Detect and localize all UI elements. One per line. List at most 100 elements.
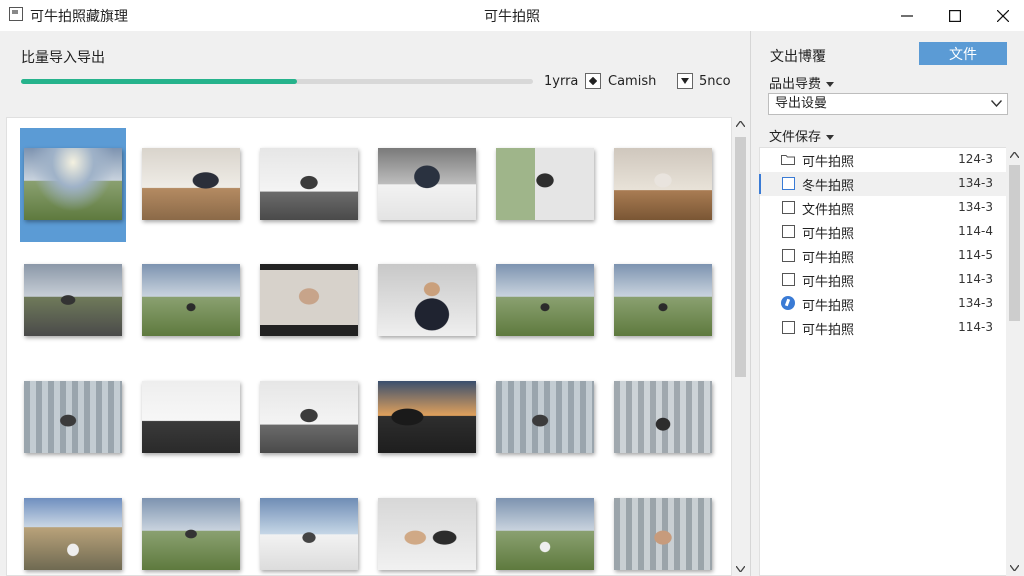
file-checkbox[interactable] [782, 321, 795, 334]
file-checkbox[interactable] [782, 225, 795, 238]
selection-marker [759, 174, 761, 194]
photo-thumbnail[interactable] [374, 361, 480, 475]
file-name: 可牛拍照 [802, 275, 855, 290]
file-checkbox[interactable] [782, 177, 795, 190]
file-button[interactable]: 文件 [919, 42, 1007, 65]
file-list-scrollbar[interactable] [1006, 147, 1023, 576]
file-checkbox[interactable] [782, 201, 795, 214]
photo-image [260, 148, 358, 220]
photo-image [614, 498, 712, 570]
file-row[interactable]: 可牛拍照 114-5 [760, 244, 1007, 268]
file-list-scroll-thumb[interactable] [1009, 165, 1020, 321]
photo-thumbnail[interactable] [610, 244, 716, 358]
file-row[interactable]: 可牛拍照 134-3 [760, 292, 1007, 316]
file-name: 可牛拍照 [802, 251, 855, 266]
photo-thumbnail[interactable] [20, 128, 126, 242]
photo-image [614, 264, 712, 336]
file-size: 114-5 [958, 248, 993, 262]
photo-thumbnail[interactable] [374, 478, 480, 575]
file-row[interactable]: 可牛拍照 114-3 [760, 268, 1007, 292]
minimize-button[interactable] [883, 0, 931, 31]
file-name: 可牛拍照 [802, 155, 855, 170]
file-row[interactable]: 可牛拍照 124-3 [760, 148, 1007, 172]
photo-thumbnail[interactable] [610, 478, 716, 575]
app-title: 可牛拍照藏旗理 [30, 9, 128, 25]
file-checkbox[interactable] [782, 249, 795, 262]
file-row[interactable]: 文件拍照 134-3 [760, 196, 1007, 220]
export-settings-label: 品出导费 [769, 77, 822, 92]
photo-thumbnail[interactable] [610, 128, 716, 242]
photo-thumbnail[interactable] [256, 244, 362, 358]
photo-image [378, 148, 476, 220]
photo-image [496, 498, 594, 570]
gallery-scrollbar[interactable] [732, 117, 749, 576]
progress-fill [21, 79, 298, 84]
window-title: 可牛拍照 [484, 9, 540, 25]
file-size: 114-3 [958, 320, 993, 334]
photo-thumbnail[interactable] [610, 361, 716, 475]
photo-image [496, 148, 594, 220]
photo-thumbnail[interactable] [492, 128, 598, 242]
scroll-down-icon[interactable] [736, 566, 745, 572]
minimize-icon [901, 14, 913, 17]
caret-down-icon [826, 82, 835, 87]
export-settings-select[interactable]: 导出设曼 [768, 93, 1008, 115]
file-row[interactable]: 可牛拍照 114-3 [760, 316, 1007, 340]
maximize-icon [949, 9, 961, 22]
option-1-label: 1yrra [544, 74, 579, 89]
photo-thumbnail[interactable] [492, 244, 598, 358]
photo-thumbnail[interactable] [20, 361, 126, 475]
photo-thumbnail[interactable] [20, 478, 126, 575]
file-save-menu[interactable]: 文件保存 [769, 126, 835, 145]
file-name: 冬牛拍照 [802, 179, 855, 194]
scroll-up-icon[interactable] [736, 121, 745, 127]
photo-thumbnail[interactable] [256, 361, 362, 475]
photo-image [496, 381, 594, 453]
maximize-button[interactable] [931, 0, 979, 31]
photo-thumbnail[interactable] [138, 128, 244, 242]
photo-thumbnail[interactable] [492, 361, 598, 475]
photo-thumbnail[interactable] [256, 128, 362, 242]
option-2-checkbox[interactable] [585, 73, 601, 89]
photo-thumbnail[interactable] [256, 478, 362, 575]
scroll-up-icon[interactable] [1010, 152, 1019, 158]
close-icon [997, 9, 1009, 22]
photo-thumbnail[interactable] [138, 244, 244, 358]
select-value: 导出设曼 [775, 96, 828, 111]
file-name: 可牛拍照 [802, 323, 855, 338]
photo-thumbnail[interactable] [374, 128, 480, 242]
gallery-scroll-thumb[interactable] [735, 137, 746, 377]
file-row[interactable]: 可牛拍照 114-4 [760, 220, 1007, 244]
photo-thumbnail[interactable] [20, 244, 126, 358]
photo-image [378, 381, 476, 453]
photo-image [260, 264, 358, 336]
file-checkbox[interactable] [782, 273, 795, 286]
settings-title: 文出博覆 [770, 49, 826, 65]
photo-image [496, 264, 594, 336]
file-size: 114-3 [958, 272, 993, 286]
photo-thumbnail[interactable] [138, 361, 244, 475]
file-row[interactable]: 冬牛拍照 134-3 [759, 172, 1007, 196]
chevron-down-icon [991, 100, 1002, 107]
photo-image [260, 381, 358, 453]
photo-image [24, 498, 122, 570]
scroll-down-icon[interactable] [1010, 565, 1019, 571]
export-settings-menu[interactable]: 品出导费 [769, 73, 835, 92]
file-name: 可牛拍照 [802, 299, 855, 314]
photo-thumbnail[interactable] [138, 478, 244, 575]
title-bar: 可牛拍照藏旗理 可牛拍照 [0, 0, 1024, 31]
settings-panel: 文出博覆 文件 品出导费 导出设曼 文件保存 可牛拍照 124-3 冬牛拍照 134-… [751, 31, 1024, 576]
option-3-checkbox[interactable] [677, 73, 693, 89]
photo-image [614, 381, 712, 453]
status-radio-icon[interactable] [781, 296, 795, 310]
photo-image [24, 264, 122, 336]
close-button[interactable] [979, 0, 1024, 31]
photo-thumbnail[interactable] [492, 478, 598, 575]
file-size: 134-3 [958, 200, 993, 214]
photo-image [142, 148, 240, 220]
photo-thumbnail[interactable] [374, 244, 480, 358]
file-size: 124-3 [958, 152, 993, 166]
panel-title: 比量导入导出 [21, 50, 105, 66]
option-3-label: 5nco [699, 74, 731, 89]
photo-gallery [6, 117, 732, 576]
